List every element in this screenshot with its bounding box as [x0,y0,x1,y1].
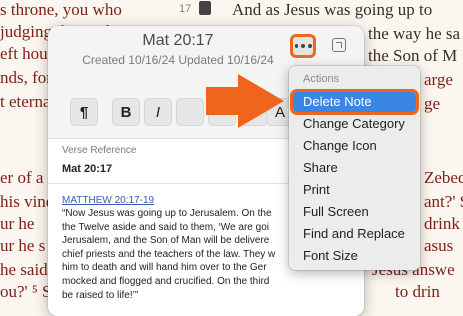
menu-header: Actions [303,73,340,85]
note-text-line: mocked and flogged and crucified. On the… [62,275,270,287]
scripture-line: ur he s [0,236,46,255]
scripture-line: Zebed [424,168,463,187]
scripture-line: eft hous [0,44,55,63]
scripture-line: he said, [0,260,52,279]
scripture-line: t eterna [0,92,51,111]
dot-icon [294,44,299,48]
menu-item-share[interactable]: Share [293,158,416,178]
scripture-line: to drin [395,282,440,301]
scripture-line: nds, for [0,68,52,87]
paragraph-button[interactable]: ¶ [70,98,98,126]
actions-menu: Actions Delete Note Change Category Chan… [289,66,420,270]
scripture-line: asus [424,236,454,255]
reference-link[interactable]: MATTHEW 20:17-19 [62,195,154,206]
scripture-line: ant?' S [424,192,463,211]
scripture-line: the way he sa [368,24,461,43]
underline-button[interactable] [176,98,204,126]
scripture-line: the Son of M [368,46,458,65]
arrow-head [238,74,284,128]
scripture-line: er of a [0,168,44,187]
verse-number: 17 [179,3,192,15]
dot-icon [301,44,305,48]
note-title: Mat 20:17 [142,32,214,49]
italic-button[interactable]: I [144,98,172,126]
note-dates: Created 10/16/24 Updated 10/16/24 [82,53,274,67]
menu-item-full-screen[interactable]: Full Screen [293,202,416,222]
scripture-line: And as Jesus was going up to [232,0,433,19]
menu-item-change-category[interactable]: Change Category [293,114,416,134]
arrow-shaft [206,87,240,115]
scripture-line: ge [424,94,441,113]
expand-icon[interactable] [332,38,346,52]
menu-item-change-icon[interactable]: Change Icon [293,136,416,156]
verse-reference-value: Mat 20:17 [62,163,113,175]
menu-item-font-size[interactable]: Font Size [293,246,416,266]
more-actions-button[interactable] [290,34,316,58]
scripture-line: arge [424,70,453,89]
note-text-line: be raised to life!’” [62,289,139,301]
bold-button[interactable]: B [112,98,140,126]
dot-icon [307,44,312,48]
scripture-line: s throne, you who [0,0,122,19]
menu-item-find-and-replace[interactable]: Find and Replace [293,224,416,244]
note-icon[interactable] [199,1,211,15]
verse-reference-label: Verse Reference [62,145,137,156]
menu-item-print[interactable]: Print [293,180,416,200]
scripture-line: ur he [0,214,35,233]
scripture-line: drink [424,214,460,233]
scripture-line: his vine [0,192,54,211]
menu-item-delete-note[interactable]: Delete Note [290,89,419,115]
